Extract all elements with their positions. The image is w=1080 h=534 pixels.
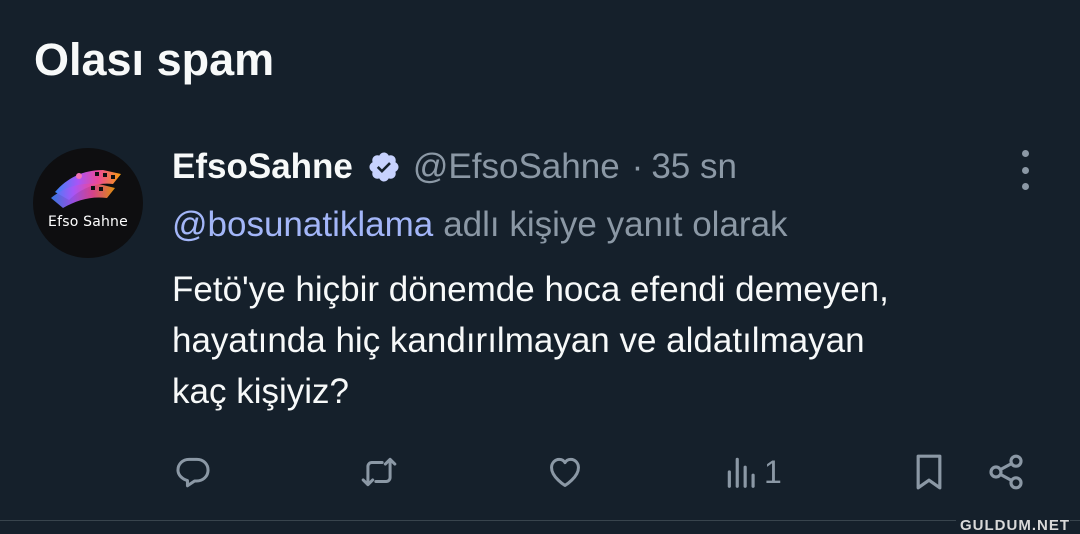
reply-context: @bosunatiklama adlı kişiye yanıt olarak [172,202,788,248]
section-title: Olası spam [34,34,275,85]
tweet-text: Fetö'ye hiçbir dönemde hoca efendi demey… [172,264,1052,417]
tweet-time[interactable]: 35 sn [651,147,737,187]
avatar[interactable]: Efso Sahne [33,148,143,258]
views-button[interactable]: 1 [726,448,782,496]
separator-dot: · [631,147,644,186]
reply-mention-link[interactable]: @bosunatiklama [172,205,433,244]
retweet-icon [361,457,397,487]
share-button[interactable] [986,448,1026,496]
tweet-actions: 1 [0,448,1080,496]
bookmark-button[interactable] [912,448,946,496]
watermark-text: GULDUM.NET [956,517,1070,534]
avatar-logo-text: Efso Sahne [48,214,128,230]
share-icon [989,454,1023,490]
tweet-header: EfsoSahne @EfsoSahne · 35 sn [172,142,737,192]
display-name[interactable]: EfsoSahne [172,147,353,187]
more-options-icon[interactable] [1008,150,1042,190]
reply-icon [176,457,210,488]
bottom-divider [0,520,1080,521]
film-strip-logo-icon [51,170,121,208]
tweet-text-line: Fetö'ye hiçbir dönemde hoca efendi demey… [172,270,889,309]
retweet-button[interactable] [358,448,400,496]
tweet-text-line: hayatında hiç kandırılmayan ve aldatılma… [172,321,865,360]
like-button[interactable] [545,448,585,496]
user-handle[interactable]: @EfsoSahne [413,147,620,187]
reply-suffix-text: adlı kişiye yanıt olarak [443,205,788,244]
views-icon [727,457,755,488]
tweet-text-line: kaç kişiyiz? [172,372,349,411]
views-count: 1 [764,453,782,490]
reply-button[interactable] [174,448,212,496]
verified-badge-icon [369,152,399,182]
bookmark-icon [916,454,942,490]
like-icon [550,457,580,487]
